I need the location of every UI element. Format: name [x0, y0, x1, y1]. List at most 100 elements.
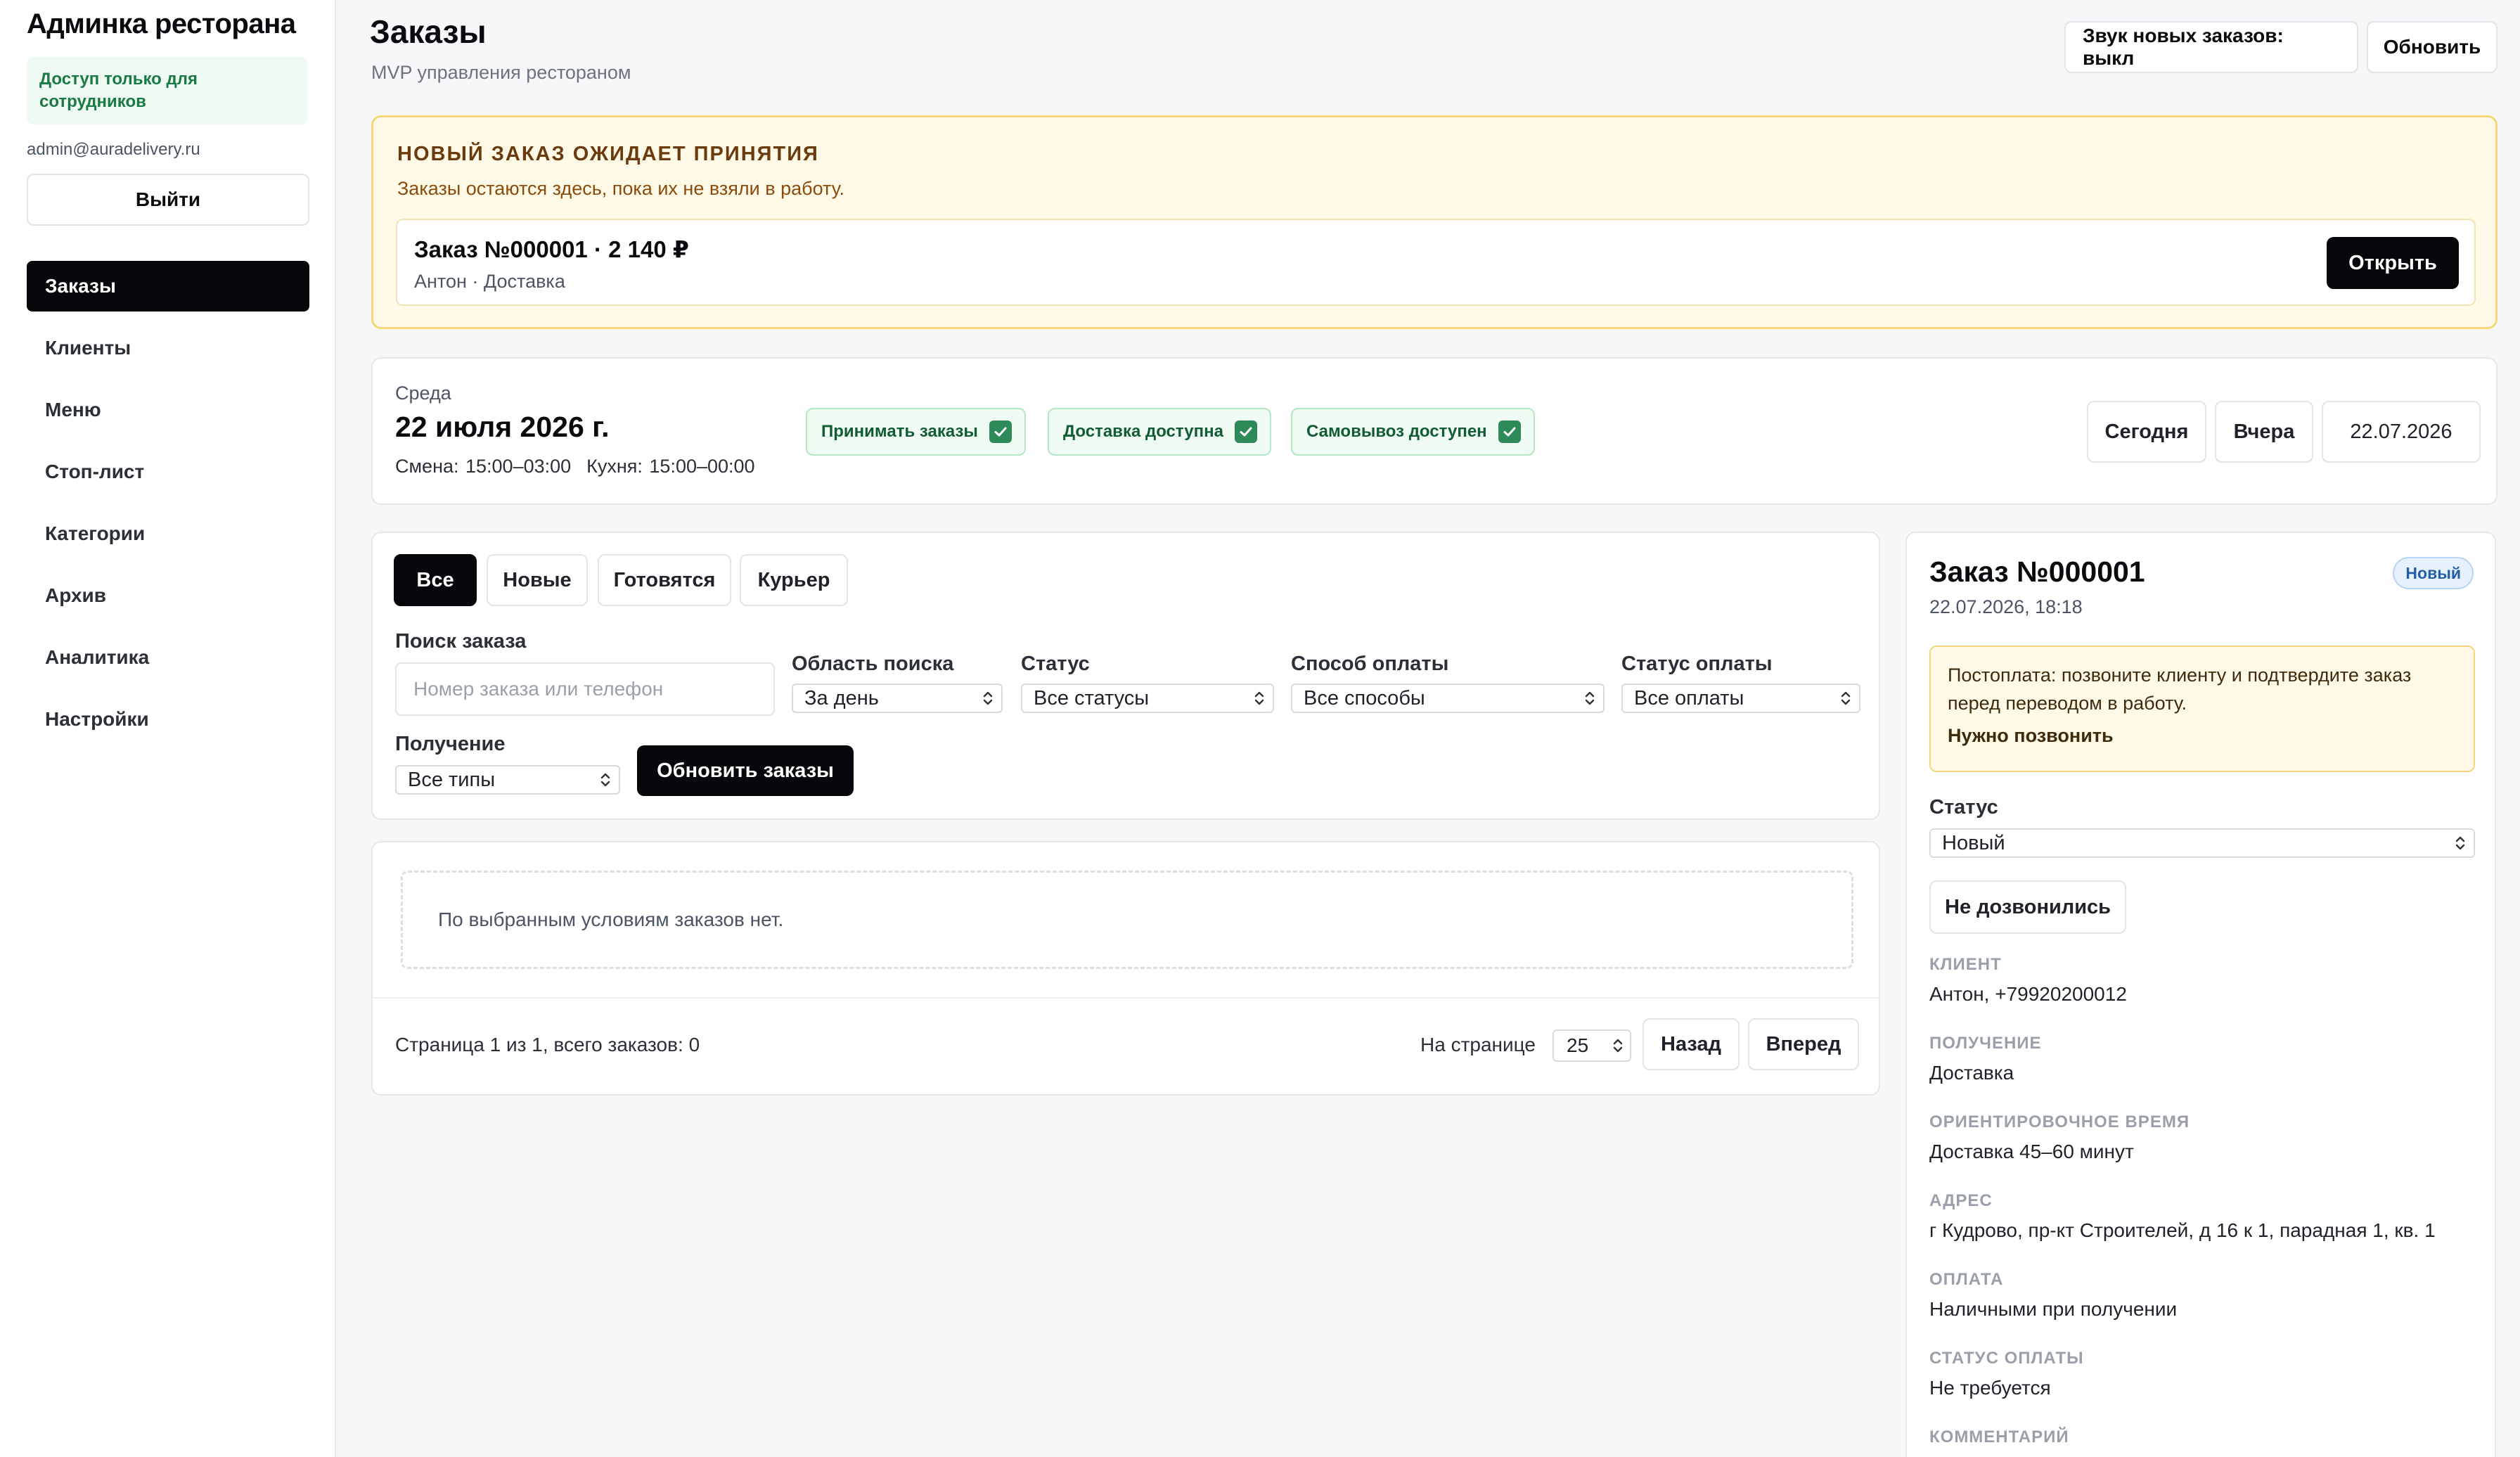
sidebar-item-stoplist[interactable]: Стоп-лист — [27, 447, 309, 497]
open-order-button[interactable]: Открыть — [2327, 237, 2459, 289]
check-icon — [989, 421, 1012, 443]
scope-label: Область поиска — [792, 653, 954, 675]
accept-orders-pill[interactable]: Принимать заказы — [806, 408, 1026, 456]
orders-list-card: По выбранным условиям заказов нет. Стран… — [371, 841, 1880, 1096]
pickup-available-pill[interactable]: Самовывоз доступен — [1291, 408, 1535, 456]
payment-status-label: СТАТУС ОПЛАТЫ — [1929, 1349, 2084, 1368]
pagination-info: Страница 1 из 1, всего заказов: 0 — [395, 1034, 700, 1055]
empty-state: По выбранным условиям заказов нет. — [401, 871, 1853, 969]
yesterday-button[interactable]: Вчера — [2215, 401, 2313, 463]
sidebar-item-analytics[interactable]: Аналитика — [27, 632, 309, 683]
order-detail-panel: Заказ №000001 22.07.2026, 18:18 Новый По… — [1905, 532, 2496, 1457]
staff-access-note: Доступ только для сотрудников — [27, 57, 308, 124]
pill-label: Принимать заказы — [821, 422, 978, 441]
order-status-value: Новый — [1942, 831, 2005, 854]
scope-select[interactable]: За день — [792, 683, 1003, 713]
select-arrows-icon — [1585, 691, 1595, 705]
comment-label: КОММЕНТАРИЙ — [1929, 1427, 2069, 1446]
prev-page-button[interactable]: Назад — [1642, 1018, 1740, 1070]
per-page-label: На странице — [1420, 1034, 1536, 1055]
no-answer-button[interactable]: Не дозвонились — [1929, 880, 2126, 934]
next-page-button[interactable]: Вперед — [1748, 1018, 1859, 1070]
scope-value: За день — [804, 686, 879, 710]
new-order-alert: НОВЫЙ ЗАКАЗ ОЖИДАЕТ ПРИНЯТИЯ Заказы оста… — [371, 115, 2498, 329]
eta-value: Доставка 45–60 минут — [1929, 1141, 2134, 1162]
sidebar-item-settings[interactable]: Настройки — [27, 694, 309, 745]
sidebar-nav: Заказы Клиенты Меню Стоп-лист Категории … — [27, 261, 309, 745]
warning-strong: Нужно позвонить — [1948, 725, 2114, 746]
per-page-value: 25 — [1567, 1034, 1589, 1056]
pill-label: Самовывоз доступен — [1306, 422, 1487, 441]
payment-status-value: Не требуется — [1929, 1377, 2051, 1399]
select-arrows-icon — [983, 691, 993, 705]
tab-new[interactable]: Новые — [487, 554, 588, 606]
alert-text: Заказы остаются здесь, пока их не взяли … — [397, 178, 844, 199]
per-page-select[interactable]: 25 — [1552, 1029, 1631, 1062]
pending-order-title: Заказ №000001 · 2 140 ₽ — [414, 236, 689, 262]
pending-order-subtitle: Антон · Доставка — [414, 271, 565, 292]
shift-hours: Смена: 15:00–03:00 Кухня: 15:00–00:00 — [395, 456, 771, 477]
page-subtitle: MVP управления рестораном — [371, 62, 631, 83]
payment-value: Наличными при получении — [1929, 1298, 2178, 1320]
address-value: г Кудрово, пр-кт Строителей, д 16 к 1, п… — [1929, 1219, 2436, 1241]
payment-status-select[interactable]: Все оплаты — [1621, 683, 1860, 713]
day-card: Среда 22 июля 2026 г. Смена: 15:00–03:00… — [371, 357, 2498, 505]
tab-all[interactable]: Все — [394, 554, 477, 606]
tab-cooking[interactable]: Готовятся — [598, 554, 731, 606]
delivery-label: ПОЛУЧЕНИЕ — [1929, 1034, 2042, 1053]
page-title: Заказы — [370, 13, 487, 50]
select-arrows-icon — [2455, 836, 2465, 850]
payment-method-value: Все способы — [1304, 686, 1425, 710]
delivery-available-pill[interactable]: Доставка доступна — [1048, 408, 1271, 456]
payment-method-label: Способ оплаты — [1291, 653, 1449, 675]
user-email: admin@auradelivery.ru — [27, 140, 200, 159]
current-date: 22 июля 2026 г. — [395, 411, 610, 443]
warning-text: Постоплата: позвоните клиенту и подтверд… — [1948, 665, 2412, 714]
tab-courier[interactable]: Курьер — [740, 554, 848, 606]
postpay-warning: Постоплата: позвоните клиенту и подтверд… — [1929, 646, 2475, 772]
sidebar-item-menu[interactable]: Меню — [27, 385, 309, 435]
alert-title: НОВЫЙ ЗАКАЗ ОЖИДАЕТ ПРИНЯТИЯ — [397, 143, 819, 165]
filters-card: Все Новые Готовятся Курьер Поиск заказа … — [371, 532, 1880, 820]
payment-status-value: Все оплаты — [1634, 686, 1744, 710]
sidebar-item-categories[interactable]: Категории — [27, 508, 309, 559]
address-label: АДРЕС — [1929, 1191, 1993, 1210]
sound-toggle-button[interactable]: Звук новых заказов: выкл — [2064, 21, 2358, 73]
select-arrows-icon — [600, 773, 610, 787]
select-arrows-icon — [1841, 691, 1851, 705]
search-input[interactable]: Номер заказа или телефон — [395, 662, 775, 716]
date-picker[interactable]: 22.07.2026 — [2322, 401, 2481, 463]
select-arrows-icon — [1613, 1039, 1623, 1053]
pill-label: Доставка доступна — [1063, 422, 1223, 441]
status-value: Все статусы — [1034, 686, 1150, 710]
delivery-type-label: Получение — [395, 733, 506, 755]
refresh-button[interactable]: Обновить — [2367, 21, 2498, 73]
payment-method-select[interactable]: Все способы — [1291, 683, 1605, 713]
client-value: Антон, +79920200012 — [1929, 983, 2127, 1005]
search-label: Поиск заказа — [395, 630, 527, 653]
order-datetime: 22.07.2026, 18:18 — [1929, 596, 2083, 617]
check-icon — [1498, 421, 1521, 443]
status-badge: Новый — [2393, 557, 2474, 589]
payment-label: ОПЛАТА — [1929, 1270, 2004, 1289]
eta-label: ОРИЕНТИРОВОЧНОЕ ВРЕМЯ — [1929, 1112, 2190, 1131]
payment-status-label: Статус оплаты — [1621, 653, 1773, 675]
delivery-value: Доставка — [1929, 1062, 2014, 1084]
status-select[interactable]: Все статусы — [1021, 683, 1274, 713]
delivery-type-select[interactable]: Все типы — [395, 765, 620, 795]
sidebar: Админка ресторана Доступ только для сотр… — [0, 0, 336, 1457]
sidebar-item-archive[interactable]: Архив — [27, 570, 309, 621]
order-title: Заказ №000001 — [1929, 556, 2145, 588]
order-status-label: Статус — [1929, 796, 1998, 819]
status-label: Статус — [1021, 653, 1090, 675]
delivery-type-value: Все типы — [408, 768, 496, 791]
select-arrows-icon — [1254, 691, 1264, 705]
order-status-select[interactable]: Новый — [1929, 828, 2475, 858]
brand-title: Админка ресторана — [27, 8, 296, 39]
sidebar-item-clients[interactable]: Клиенты — [27, 323, 309, 373]
weekday: Среда — [395, 383, 451, 404]
refresh-orders-button[interactable]: Обновить заказы — [637, 745, 854, 796]
today-button[interactable]: Сегодня — [2087, 401, 2206, 463]
sidebar-item-orders[interactable]: Заказы — [27, 261, 309, 312]
logout-button[interactable]: Выйти — [27, 174, 309, 226]
